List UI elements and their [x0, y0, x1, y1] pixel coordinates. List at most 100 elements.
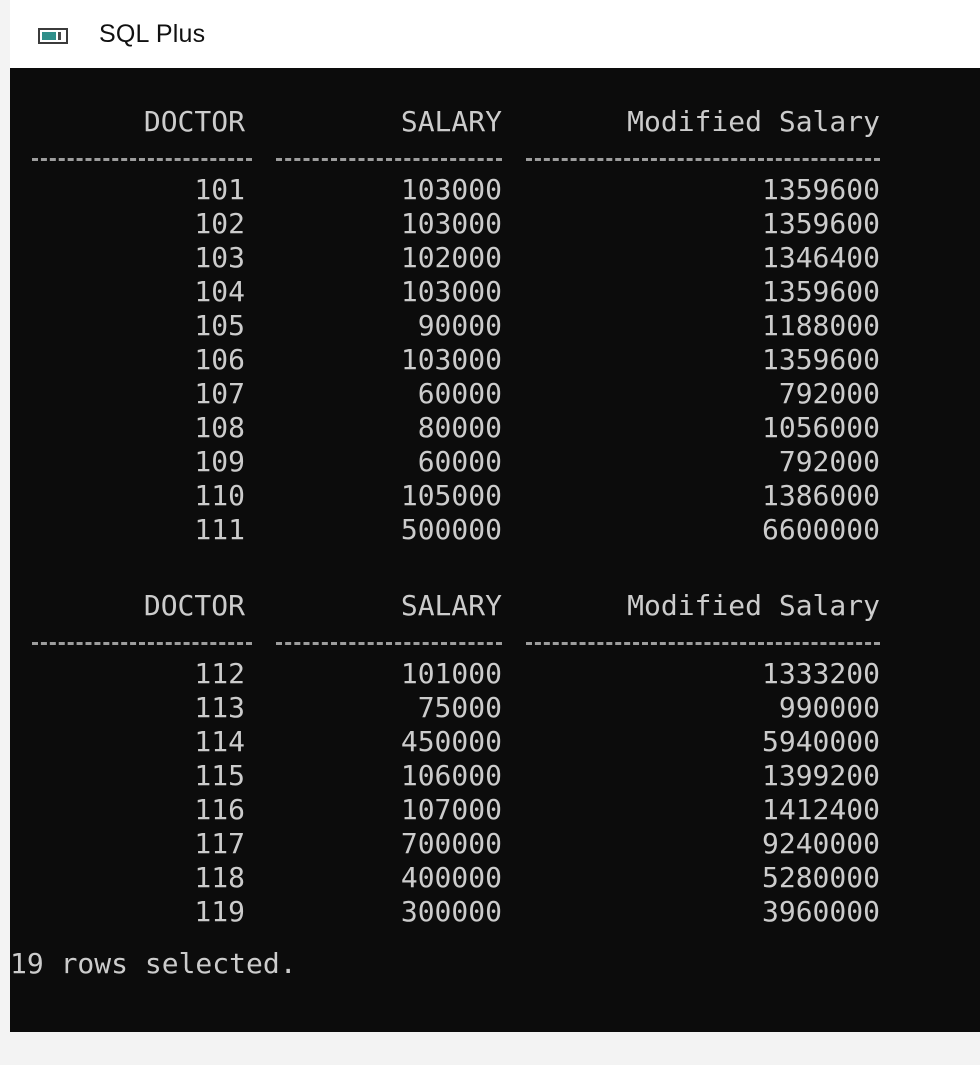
table-row: 117 700000 9240000: [10, 827, 980, 861]
modified-salary-cell: 1359600: [761, 275, 880, 308]
console-window-icon-fill: [42, 32, 56, 40]
table-row: 119 300000 3960000: [10, 895, 980, 929]
table-row: 101 103000 1359600: [10, 173, 980, 207]
salary-cell: 103000: [400, 275, 502, 308]
salary-cell: 107000: [400, 793, 502, 826]
doctor-cell: 109: [194, 445, 245, 478]
doctor-cell: 119: [194, 895, 245, 928]
modified-salary-cell: 9240000: [761, 827, 880, 860]
salary-cell: 500000: [400, 513, 502, 546]
doctor-cell: 105: [194, 309, 245, 342]
header-salary: SALARY: [400, 105, 502, 138]
console-output[interactable]: DOCTOR SALARY Modified Salary 101 103000…: [10, 68, 980, 1032]
result-separator-row: [10, 623, 980, 657]
separator-salary: [276, 642, 502, 647]
salary-cell: 106000: [400, 759, 502, 792]
table-row: 109 60000 792000: [10, 445, 980, 479]
salary-cell: 102000: [400, 241, 502, 274]
table-row: 113 75000 990000: [10, 691, 980, 725]
table-row: 105 90000 1188000: [10, 309, 980, 343]
salary-cell: 60000: [417, 445, 502, 478]
header-doctor: DOCTOR: [143, 589, 245, 622]
doctor-cell: 114: [194, 725, 245, 758]
modified-salary-cell: 5940000: [761, 725, 880, 758]
table-row: 106 103000 1359600: [10, 343, 980, 377]
doctor-cell: 103: [194, 241, 245, 274]
salary-cell: 101000: [400, 657, 502, 690]
doctor-cell: 108: [194, 411, 245, 444]
separator-doctor: [32, 158, 252, 163]
modified-salary-cell: 1412400: [761, 793, 880, 826]
salary-cell: 75000: [417, 691, 502, 724]
separator-doctor: [32, 642, 252, 647]
sql-plus-window[interactable]: SQL Plus DOCTOR SALARY Modified Salary 1…: [10, 0, 980, 1032]
table-row: 116 107000 1412400: [10, 793, 980, 827]
doctor-cell: 106: [194, 343, 245, 376]
header-modified-salary: Modified Salary: [627, 105, 880, 138]
table-row: 112 101000 1333200: [10, 657, 980, 691]
result-header-row: DOCTOR SALARY Modified Salary: [10, 589, 980, 623]
salary-cell: 60000: [417, 377, 502, 410]
modified-salary-cell: 1056000: [761, 411, 880, 444]
modified-salary-cell: 3960000: [761, 895, 880, 928]
console-window-icon-mark: [58, 32, 61, 40]
table-row: 110 105000 1386000: [10, 479, 980, 513]
salary-cell: 400000: [400, 861, 502, 894]
modified-salary-cell: 1359600: [761, 343, 880, 376]
console-window-icon: [38, 28, 68, 44]
modified-salary-cell: 1359600: [761, 207, 880, 240]
separator-modified-salary: [526, 158, 880, 163]
header-doctor: DOCTOR: [143, 105, 245, 138]
salary-cell: 700000: [400, 827, 502, 860]
doctor-cell: 112: [194, 657, 245, 690]
salary-cell: 103000: [400, 207, 502, 240]
doctor-cell: 118: [194, 861, 245, 894]
modified-salary-cell: 1188000: [761, 309, 880, 342]
rows-selected-status: 19 rows selected.: [10, 947, 297, 980]
table-row: 118 400000 5280000: [10, 861, 980, 895]
salary-cell: 90000: [417, 309, 502, 342]
table-row: 103 102000 1346400: [10, 241, 980, 275]
doctor-cell: 110: [194, 479, 245, 512]
doctor-cell: 102: [194, 207, 245, 240]
modified-salary-cell: 5280000: [761, 861, 880, 894]
window-title: SQL Plus: [99, 20, 206, 48]
modified-salary-cell: 6600000: [761, 513, 880, 546]
modified-salary-cell: 792000: [778, 445, 880, 478]
salary-cell: 103000: [400, 173, 502, 206]
modified-salary-cell: 792000: [778, 377, 880, 410]
separator-modified-salary: [526, 642, 880, 647]
modified-salary-cell: 990000: [778, 691, 880, 724]
table-row: 114 450000 5940000: [10, 725, 980, 759]
doctor-cell: 104: [194, 275, 245, 308]
salary-cell: 450000: [400, 725, 502, 758]
modified-salary-cell: 1346400: [761, 241, 880, 274]
modified-salary-cell: 1386000: [761, 479, 880, 512]
modified-salary-cell: 1359600: [761, 173, 880, 206]
table-row: 108 80000 1056000: [10, 411, 980, 445]
doctor-cell: 116: [194, 793, 245, 826]
salary-cell: 300000: [400, 895, 502, 928]
doctor-cell: 107: [194, 377, 245, 410]
table-row: 111 500000 6600000: [10, 513, 980, 547]
separator-salary: [276, 158, 502, 163]
doctor-cell: 115: [194, 759, 245, 792]
doctor-cell: 117: [194, 827, 245, 860]
table-row: 102 103000 1359600: [10, 207, 980, 241]
salary-cell: 80000: [417, 411, 502, 444]
header-salary: SALARY: [400, 589, 502, 622]
doctor-cell: 111: [194, 513, 245, 546]
salary-cell: 105000: [400, 479, 502, 512]
titlebar[interactable]: SQL Plus: [10, 0, 980, 68]
result-header-row: DOCTOR SALARY Modified Salary: [10, 105, 980, 139]
table-row: 115 106000 1399200: [10, 759, 980, 793]
table-row: 107 60000 792000: [10, 377, 980, 411]
modified-salary-cell: 1399200: [761, 759, 880, 792]
salary-cell: 103000: [400, 343, 502, 376]
header-modified-salary: Modified Salary: [627, 589, 880, 622]
doctor-cell: 113: [194, 691, 245, 724]
modified-salary-cell: 1333200: [761, 657, 880, 690]
result-separator-row: [10, 139, 980, 173]
doctor-cell: 101: [194, 173, 245, 206]
table-row: 104 103000 1359600: [10, 275, 980, 309]
